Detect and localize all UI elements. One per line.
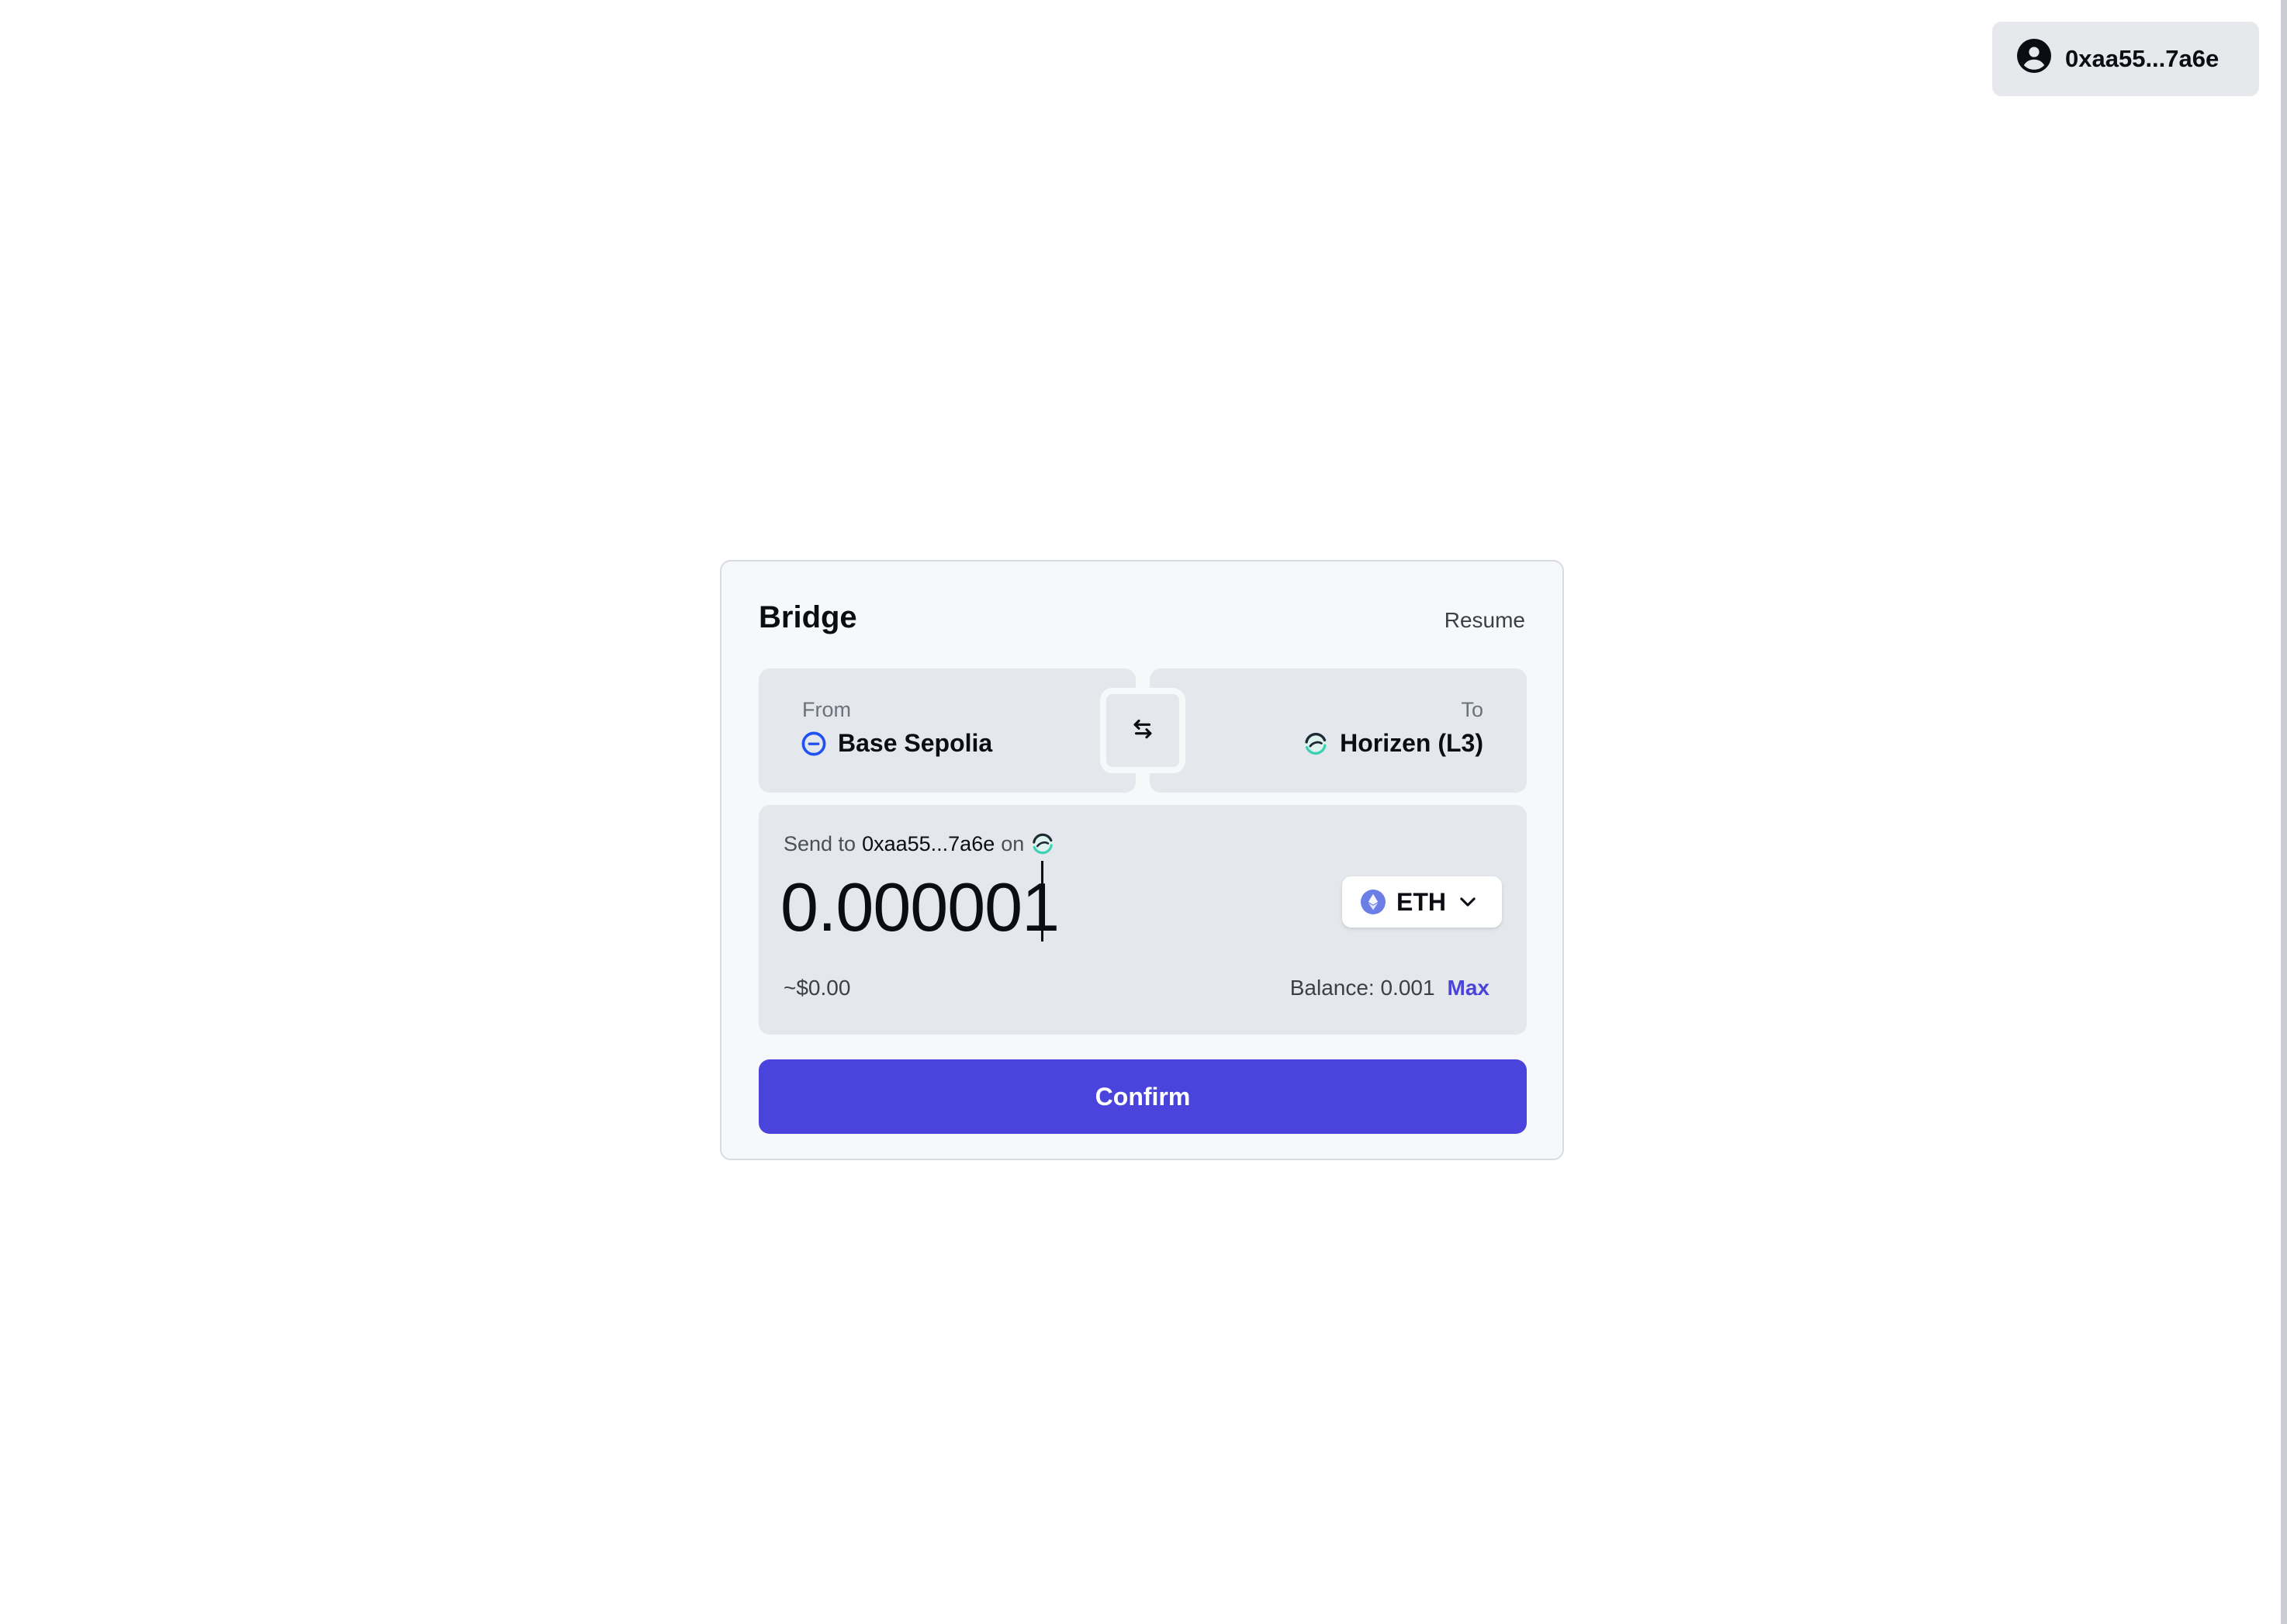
from-label: From [802,698,851,721]
card-title: Bridge [759,600,857,634]
account-button[interactable]: 0xaa55...7a6e [1992,22,2259,96]
confirm-button[interactable]: Confirm [759,1059,1527,1134]
usd-value: ~$0.00 [784,976,851,1000]
swap-arrows-icon [1130,716,1156,746]
horizen-chain-icon [1030,831,1055,856]
text-caret [1041,861,1043,942]
from-chain-name: Base Sepolia [838,729,993,757]
to-label: To [1461,698,1483,721]
send-to-line: Send to 0xaa55...7a6e on [784,831,1055,856]
send-to-suffix: on [1001,831,1025,855]
eth-icon [1361,890,1386,914]
token-select[interactable]: ETH [1342,876,1502,928]
user-circle-icon [2017,39,2051,79]
from-chain-selector[interactable]: From Base Sepolia [759,669,1136,793]
max-button[interactable]: Max [1448,976,1489,1000]
balance-text: Balance: 0.001 [1289,976,1435,1000]
base-chain-icon [801,731,827,757]
resume-link[interactable]: Resume [1445,608,1525,633]
amount-input[interactable] [780,862,1323,952]
to-chain: Horizen (L3) [1303,729,1483,758]
chevron-down-icon [1457,891,1479,913]
to-chain-name: Horizen (L3) [1340,729,1483,757]
bridge-card: Bridge Resume From Base Sepolia To Horiz… [720,560,1564,1160]
account-address: 0xaa55...7a6e [2065,45,2220,72]
token-symbol: ETH [1396,887,1446,916]
balance-row: Balance: 0.001 Max [1290,976,1489,1000]
amount-panel: Send to 0xaa55...7a6e on ETH ~$0.00 Bala… [759,805,1527,1035]
from-chain: Base Sepolia [801,729,992,758]
swap-chains-button[interactable] [1100,688,1185,773]
to-chain-selector[interactable]: To Horizen (L3) [1150,669,1527,793]
send-to-prefix: Send to [784,831,856,855]
page-scrollbar[interactable] [2281,0,2287,1624]
send-to-address[interactable]: 0xaa55...7a6e [862,832,995,856]
horizen-chain-icon [1303,731,1329,757]
